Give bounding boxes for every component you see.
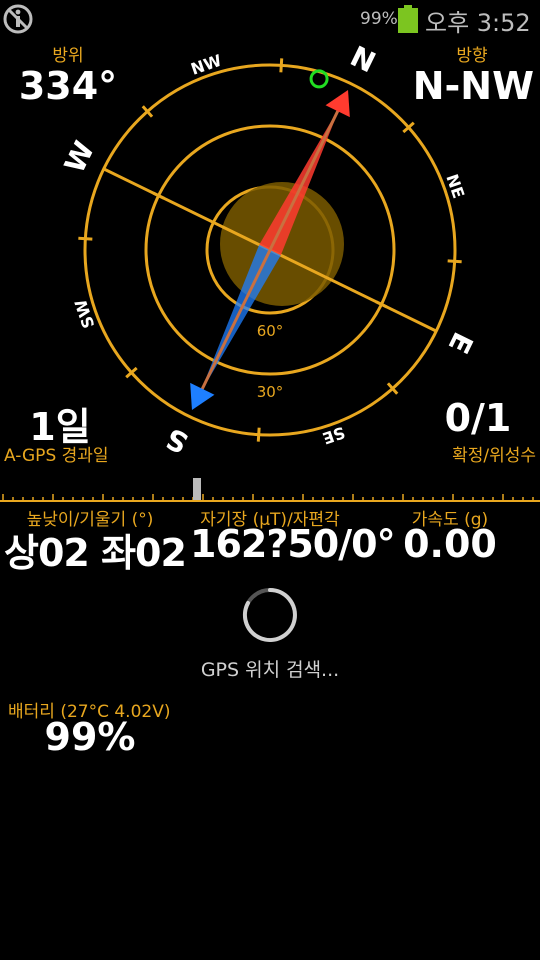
gps-searching-text: GPS 위치 검색... bbox=[200, 659, 340, 681]
compass-tick bbox=[78, 236, 93, 241]
gps-status-screen: 99% 오후 3:52 방위 334° 방향 N-NW N S E W NE NW SE SW… bbox=[0, 0, 540, 960]
acceleration-value: 0.00 bbox=[403, 522, 497, 566]
battery-value: 99% bbox=[44, 715, 136, 759]
fix-satellites-value: 0/1 bbox=[444, 396, 512, 440]
cardinal-n: N bbox=[345, 44, 381, 79]
magnetic-field-value: 162?50/0° bbox=[190, 522, 396, 566]
cardinal-nw: NW bbox=[188, 51, 224, 79]
level-indicator bbox=[193, 478, 201, 500]
ring-label-30: 30° bbox=[257, 383, 284, 401]
compass-tick bbox=[447, 259, 462, 264]
loading-spinner-icon bbox=[242, 588, 297, 642]
compass-dial: NSEWNENWSESW 60° 30° bbox=[60, 44, 480, 454]
agps-days-label: A-GPS 경과일 bbox=[4, 446, 109, 466]
level-ruler bbox=[0, 478, 540, 502]
fix-satellites-label: 확정/위성수 bbox=[452, 446, 536, 466]
clock-time: 오후 3:52 bbox=[425, 9, 531, 37]
cardinal-e: E bbox=[442, 327, 480, 359]
cardinal-s: S bbox=[161, 421, 194, 454]
battery-percent-text: 99% bbox=[360, 9, 398, 29]
compass-tick bbox=[279, 58, 284, 73]
info-icon bbox=[3, 4, 33, 34]
compass-tick bbox=[256, 427, 261, 442]
status-bar: 99% 오후 3:52 bbox=[0, 0, 540, 38]
ring-label-60: 60° bbox=[257, 322, 284, 340]
cardinal-w: W bbox=[60, 136, 101, 178]
battery-icon bbox=[398, 5, 418, 33]
cardinal-sw: SW bbox=[71, 297, 99, 331]
satellite-marker bbox=[309, 69, 329, 89]
pitch-value: 상02 좌02 bbox=[4, 531, 187, 575]
